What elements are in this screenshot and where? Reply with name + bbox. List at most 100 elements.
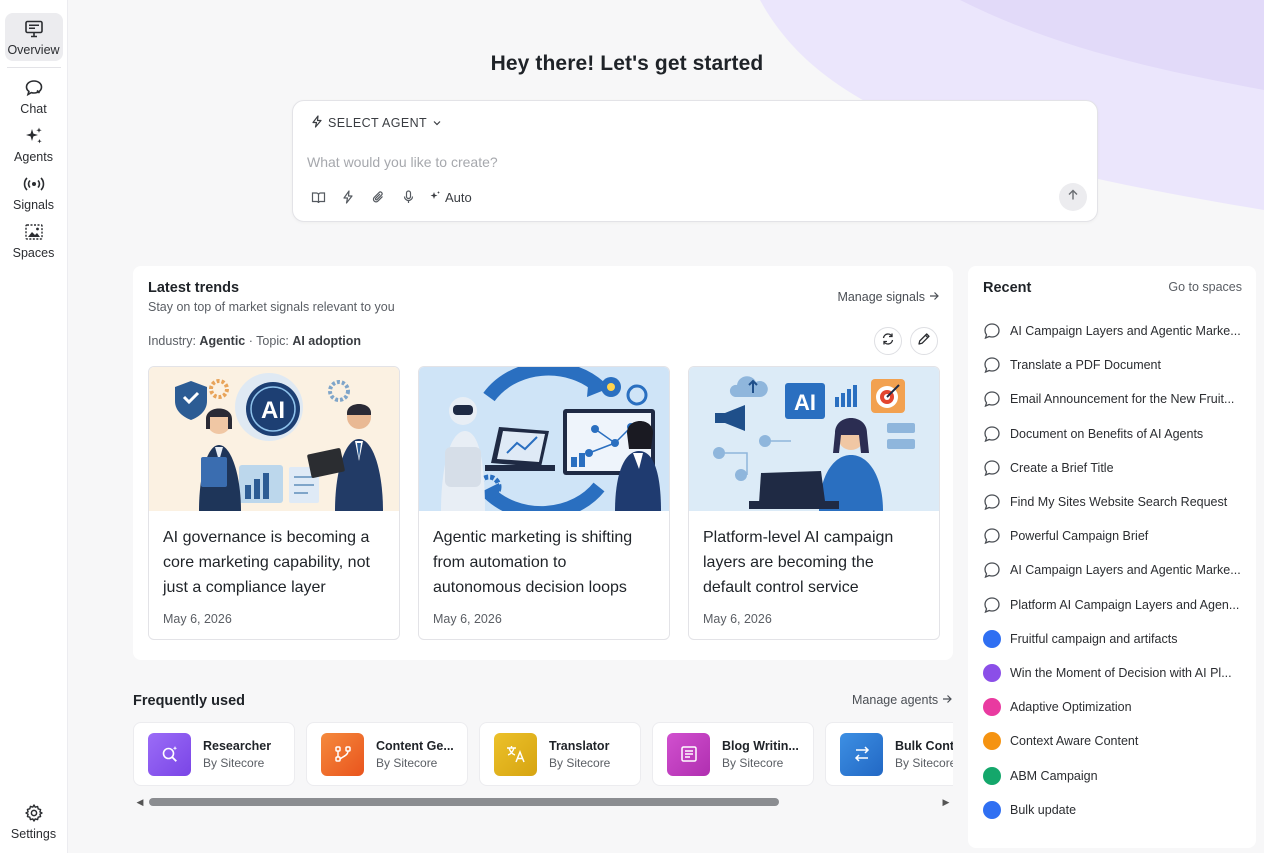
space-color-dot-icon	[983, 663, 1001, 682]
nav-label: Signals	[13, 198, 54, 212]
recent-item-label: AI Campaign Layers and Agentic Marke...	[1010, 324, 1241, 339]
nav-item-spaces[interactable]: Spaces	[5, 216, 63, 264]
chat-bubble-icon	[983, 459, 1001, 477]
ai-chip-text: AI	[261, 397, 285, 424]
agent-name: Blog Writin...	[722, 738, 799, 753]
trend-card-title: AI governance is becoming a core marketi…	[163, 529, 370, 596]
scroll-right-arrow-icon[interactable]: ▶	[941, 796, 951, 808]
industry-value: Agentic	[199, 334, 246, 348]
agent-card-bulk-content[interactable]: Bulk Content Editor By Sitecore	[825, 722, 953, 786]
recent-chat-item[interactable]: AI Campaign Layers and Agentic Marke...	[983, 553, 1245, 587]
scrollbar-thumb[interactable]	[149, 798, 779, 806]
manage-agents-link[interactable]: Manage agents	[852, 693, 953, 707]
lightning-icon	[311, 115, 323, 131]
latest-trends-panel: Latest trends Stay on top of market sign…	[133, 266, 953, 660]
recent-item-label: Win the Moment of Decision with AI Pl...	[1010, 665, 1232, 680]
recent-chat-item[interactable]: Document on Benefits of AI Agents	[983, 417, 1245, 451]
book-icon[interactable]	[309, 187, 327, 207]
trend-card-date: May 6, 2026	[703, 612, 772, 626]
recent-chat-item[interactable]: Create a Brief Title	[983, 451, 1245, 485]
manage-signals-label: Manage signals	[837, 290, 925, 304]
recent-list: AI Campaign Layers and Agentic Marke... T…	[983, 314, 1245, 827]
industry-prefix: Industry:	[148, 334, 196, 348]
recent-space-item[interactable]: Adaptive Optimization	[983, 690, 1245, 724]
recent-space-item[interactable]: Context Aware Content	[983, 724, 1245, 758]
chat-bubble-icon	[983, 390, 1001, 408]
nav-item-chat[interactable]: Chat	[5, 72, 63, 120]
recent-chat-item[interactable]: Translate a PDF Document	[983, 348, 1245, 382]
lightning-icon[interactable]	[339, 187, 357, 207]
trend-card-title: Platform-level AI campaign layers are be…	[703, 529, 894, 596]
recent-item-label: Powerful Campaign Brief	[1010, 529, 1149, 544]
trend-card-title: Agentic marketing is shifting from autom…	[433, 529, 633, 596]
select-agent-label: SELECT AGENT	[328, 116, 428, 130]
recent-item-label: Document on Benefits of AI Agents	[1010, 426, 1204, 441]
recent-space-item[interactable]: ABM Campaign	[983, 758, 1245, 792]
chat-bubble-icon	[983, 356, 1001, 374]
monitor-icon	[23, 18, 45, 40]
nav-item-agents[interactable]: Agents	[5, 120, 63, 168]
trend-card[interactable]: Agentic marketing is shifting from autom…	[418, 366, 670, 640]
nav-label: Overview	[7, 43, 60, 57]
agent-card-content-generator[interactable]: Content Ge... By Sitecore	[306, 722, 468, 786]
broadcast-icon	[23, 173, 45, 195]
prompt-toolbar: Auto	[309, 187, 472, 207]
scroll-left-arrow-icon[interactable]: ◀	[135, 796, 145, 808]
recent-chat-item[interactable]: Powerful Campaign Brief	[983, 519, 1245, 553]
chat-bubble-icon	[983, 493, 1001, 511]
trend-card[interactable]: AI	[688, 366, 940, 640]
send-button[interactable]	[1059, 183, 1087, 211]
refresh-button[interactable]	[874, 327, 902, 355]
agents-scrollbar[interactable]: ◀ ▶	[133, 796, 953, 808]
recent-item-label: Bulk update	[1010, 802, 1077, 817]
space-color-dot	[983, 663, 1001, 682]
nav-item-settings[interactable]: Settings	[5, 797, 63, 845]
recent-panel: Recent Go to spaces AI Campaign Layers a…	[968, 266, 1256, 848]
recent-space-item[interactable]: Win the Moment of Decision with AI Pl...	[983, 656, 1245, 690]
magnifier-sparkle-icon	[148, 732, 191, 776]
space-color-dot	[983, 698, 1001, 717]
manage-signals-link[interactable]: Manage signals	[837, 290, 939, 304]
microphone-icon[interactable]	[399, 187, 417, 207]
trends-title: Latest trends	[148, 280, 240, 296]
select-agent-dropdown[interactable]: SELECT AGENT	[311, 115, 442, 131]
auto-mode-button[interactable]: Auto	[429, 190, 472, 205]
recent-chat-item[interactable]: Email Announcement for the New Fruit...	[983, 382, 1245, 416]
trend-card-date: May 6, 2026	[163, 612, 232, 626]
recent-chat-item[interactable]: Find My Sites Website Search Request	[983, 485, 1245, 519]
nav-label: Agents	[14, 150, 53, 164]
space-color-dot-icon	[983, 732, 1001, 751]
nav-item-overview[interactable]: Overview	[4, 13, 63, 61]
recent-chat-item[interactable]: AI Campaign Layers and Agentic Marke...	[983, 314, 1245, 348]
recent-space-item[interactable]: Fruitful campaign and artifacts	[983, 622, 1245, 656]
recent-space-item[interactable]: Bulk update	[983, 793, 1245, 827]
prompt-input[interactable]	[307, 151, 1067, 173]
agent-author: By Sitecore	[895, 755, 953, 770]
agent-card-researcher[interactable]: Researcher By Sitecore	[133, 722, 295, 786]
agent-card-blog-writing[interactable]: Blog Writin... By Sitecore	[652, 722, 814, 786]
trend-card-illustration	[419, 367, 669, 511]
nav-item-signals[interactable]: Signals	[5, 168, 63, 216]
space-color-dot-icon	[983, 800, 1001, 819]
refresh-icon	[881, 332, 895, 351]
agent-author: By Sitecore	[203, 755, 265, 770]
trend-card[interactable]: AI	[148, 366, 400, 640]
space-color-dot-icon	[983, 698, 1001, 717]
manage-agents-label: Manage agents	[852, 693, 939, 707]
pencil-icon	[917, 332, 931, 351]
arrow-up-icon	[1067, 188, 1079, 206]
chat-bubble-icon	[983, 322, 1001, 340]
paperclip-icon[interactable]	[369, 187, 387, 207]
nav-label: Spaces	[12, 246, 55, 260]
recent-item-label: Fruitful campaign and artifacts	[1010, 631, 1178, 646]
go-to-spaces-link[interactable]: Go to spaces	[1168, 280, 1242, 294]
space-color-dot	[983, 629, 1001, 648]
space-color-dot-icon	[983, 629, 1001, 648]
space-color-dot	[983, 800, 1001, 819]
edit-button[interactable]	[910, 327, 938, 355]
translate-icon	[494, 732, 537, 776]
git-branch-icon	[321, 732, 364, 776]
main-content: Hey there! Let's get started SELECT AGEN…	[68, 0, 1264, 853]
recent-chat-item[interactable]: Platform AI Campaign Layers and Agen...	[983, 588, 1245, 622]
agent-card-translator[interactable]: Translator By Sitecore	[479, 722, 641, 786]
